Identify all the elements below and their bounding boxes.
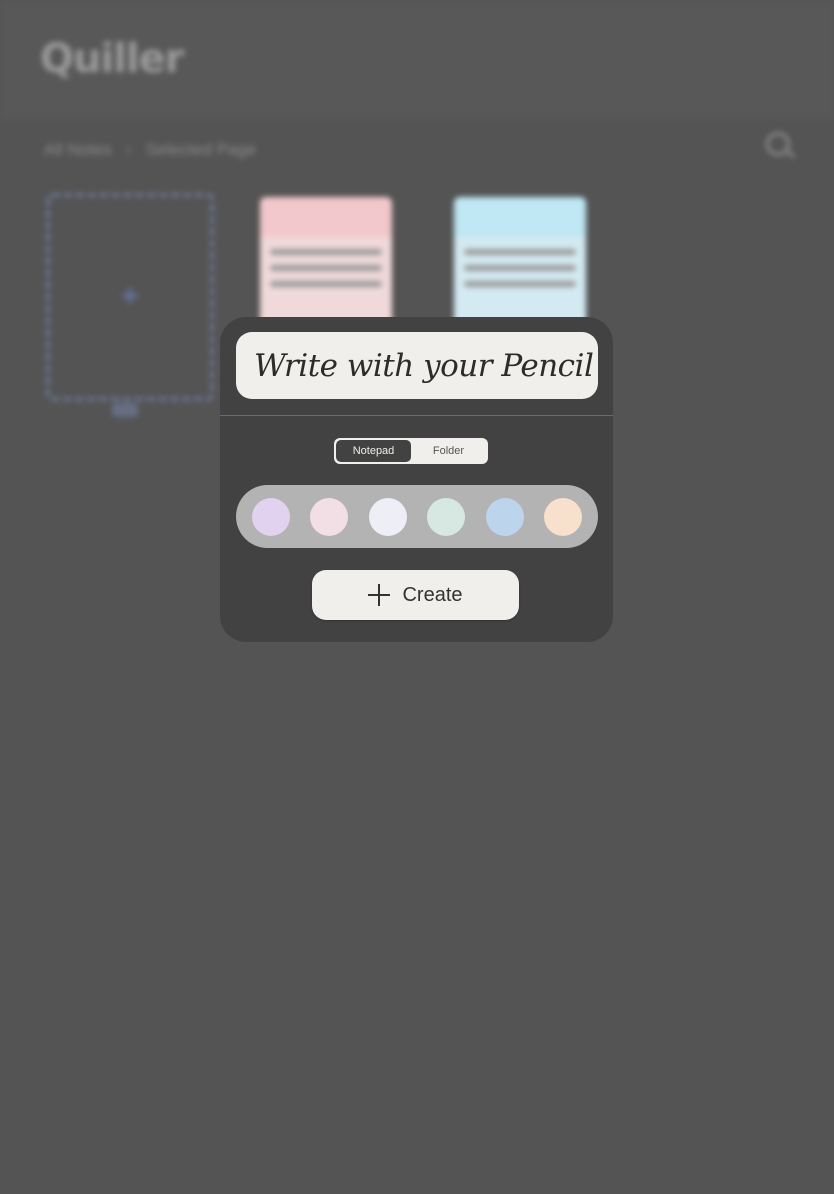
create-button[interactable]: Create — [312, 570, 519, 620]
note-thumbnail[interactable] — [454, 197, 586, 327]
type-segmented-control: Notepad Folder — [334, 438, 488, 464]
breadcrumb-separator: › — [126, 140, 132, 159]
color-swatch-pink[interactable] — [310, 497, 349, 536]
new-note-label — [112, 403, 138, 417]
segment-notepad[interactable]: Notepad — [336, 440, 411, 462]
divider — [220, 415, 613, 416]
segment-folder[interactable]: Folder — [411, 440, 486, 462]
color-swatch-mint[interactable] — [427, 497, 466, 536]
create-dialog: Write with your Pencil Notepad Folder Cr… — [220, 317, 613, 642]
app-logo: Quiller — [40, 36, 184, 82]
breadcrumb-item-current: Selected Page — [145, 140, 257, 159]
add-icon: + — [120, 277, 140, 315]
search-icon[interactable] — [766, 132, 790, 156]
color-swatch-peach[interactable] — [543, 497, 582, 536]
color-swatch-blue[interactable] — [485, 497, 524, 536]
color-swatch-lavender[interactable] — [252, 497, 290, 536]
create-button-label: Create — [402, 583, 463, 606]
title-handwriting-field[interactable]: Write with your Pencil — [236, 332, 598, 399]
color-picker — [236, 485, 598, 548]
new-note-card[interactable]: + — [46, 193, 214, 401]
breadcrumb-item-all-notes[interactable]: All Notes — [44, 140, 112, 160]
breadcrumb: All Notes › Selected Page — [44, 140, 256, 160]
title-placeholder: Write with your Pencil — [254, 347, 594, 384]
note-thumbnail[interactable] — [260, 197, 392, 327]
app-header: Quiller — [0, 0, 834, 120]
plus-icon — [368, 584, 391, 606]
color-swatch-white[interactable] — [368, 497, 407, 536]
